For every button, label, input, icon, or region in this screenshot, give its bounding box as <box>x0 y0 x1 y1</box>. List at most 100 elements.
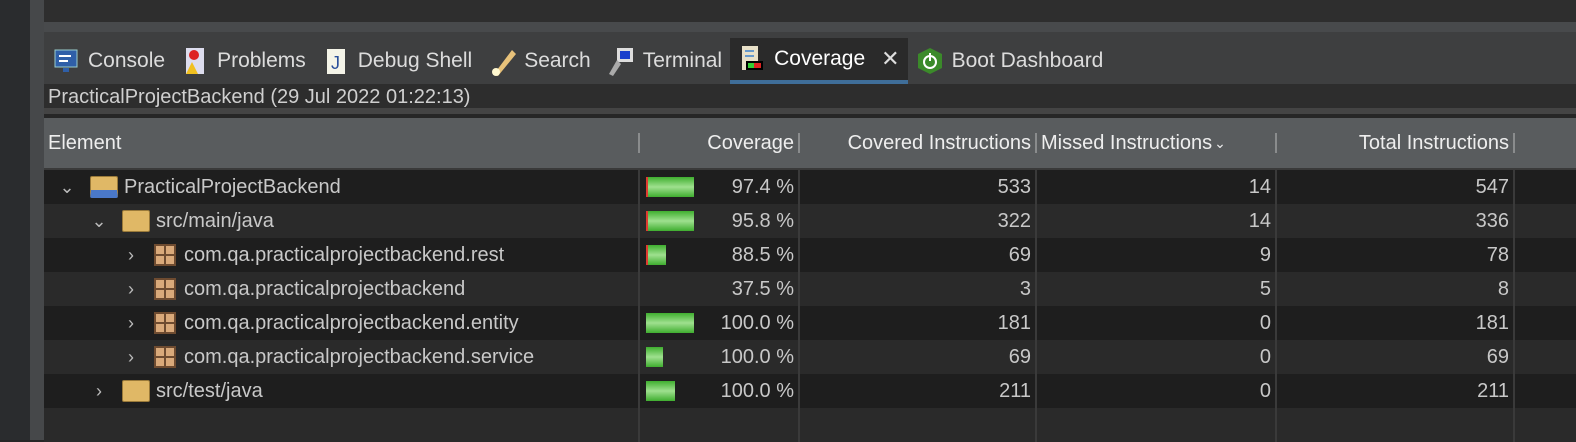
package-icon <box>154 278 176 300</box>
package-icon <box>154 346 176 368</box>
covered-cell: 69 <box>800 238 1037 272</box>
coverage-value: 100.0 % <box>720 345 794 368</box>
missed-cell: 0 <box>1037 340 1277 374</box>
element-name: com.qa.practicalprojectbackend <box>184 277 466 300</box>
column-header-covered[interactable]: Covered Instructions <box>800 132 1037 154</box>
total-cell: 211 <box>1277 374 1515 408</box>
package-icon <box>154 244 176 266</box>
coverage-value: 88.5 % <box>731 243 794 266</box>
coverage-value: 95.8 % <box>731 209 794 232</box>
tab-terminal[interactable]: Terminal <box>599 38 730 84</box>
divider <box>44 22 1576 32</box>
tab-label: Debug Shell <box>357 49 473 72</box>
sash[interactable] <box>30 0 44 440</box>
boot-dashboard-icon <box>916 46 944 76</box>
collapse-chevron-icon[interactable]: ⌄ <box>56 177 78 198</box>
table-header: Element Coverage Covered Instructions Mi… <box>44 118 1576 170</box>
column-header-coverage[interactable]: Coverage <box>640 132 800 154</box>
coverage-bar <box>646 211 694 231</box>
table-row[interactable]: › com.qa.practicalprojectbackend.entity 1… <box>44 306 1576 340</box>
element-name: src/test/java <box>156 379 263 402</box>
console-icon <box>52 46 80 76</box>
coverage-value: 100.0 % <box>720 311 794 334</box>
expand-chevron-icon[interactable]: › <box>120 347 142 368</box>
coverage-cell: 88.5 % <box>640 238 800 272</box>
table-row[interactable]: ⌄ src/main/java 95.8 % 322 14 336 <box>44 204 1576 238</box>
total-cell: 181 <box>1277 306 1515 340</box>
collapse-chevron-icon[interactable]: ⌄ <box>88 211 110 232</box>
element-name: src/main/java <box>156 209 274 232</box>
table-row[interactable]: › src/test/java 100.0 % 211 0 211 <box>44 374 1576 408</box>
element-cell: › com.qa.practicalprojectbackend.service <box>44 340 640 374</box>
coverage-bar <box>646 177 694 197</box>
total-cell: 78 <box>1277 238 1515 272</box>
tab-label: Terminal <box>642 49 723 72</box>
element-name: com.qa.practicalprojectbackend.entity <box>184 311 519 334</box>
element-name: com.qa.practicalprojectbackend.service <box>184 345 535 368</box>
total-cell: 336 <box>1277 204 1515 238</box>
coverage-table: Element Coverage Covered Instructions Mi… <box>44 118 1576 442</box>
missed-cell: 5 <box>1037 272 1277 306</box>
table-row[interactable]: › com.qa.practicalprojectbackend.service … <box>44 340 1576 374</box>
missed-cell: 9 <box>1037 238 1277 272</box>
coverage-value: 97.4 % <box>731 175 794 198</box>
coverage-value: 100.0 % <box>720 379 794 402</box>
tab-boot-dashboard[interactable]: Boot Dashboard <box>908 38 1112 84</box>
missed-label: Missed Instructions <box>1041 131 1213 154</box>
coverage-cell: 97.4 % <box>640 170 800 204</box>
tab-debug-shell[interactable]: J Debug Shell <box>314 38 480 84</box>
tab-console[interactable]: Console <box>44 38 173 84</box>
element-cell: › com.qa.practicalprojectbackend.rest <box>44 238 640 272</box>
terminal-icon <box>607 46 635 76</box>
coverage-session-label: PracticalProjectBackend (29 Jul 2022 01:… <box>44 84 1576 114</box>
close-icon[interactable]: ✕ <box>881 46 899 72</box>
editor-area <box>44 0 1576 22</box>
source-folder-icon <box>122 380 150 402</box>
coverage-bar <box>646 313 694 333</box>
tab-label: Coverage <box>774 47 866 70</box>
tab-label: Problems <box>217 49 306 72</box>
covered-cell: 322 <box>800 204 1037 238</box>
total-cell: 69 <box>1277 340 1515 374</box>
column-header-element[interactable]: Element <box>44 132 640 154</box>
tab-label: Search <box>524 49 591 72</box>
total-cell: 547 <box>1277 170 1515 204</box>
column-header-missed[interactable]: Missed Instructions ⌄ <box>1037 131 1277 154</box>
element-cell: › src/test/java <box>44 374 640 408</box>
left-sidebar-strip <box>0 0 30 440</box>
table-body: ⌄ PracticalProjectBackend 97.4 % 533 14 5… <box>44 170 1576 442</box>
covered-cell: 3 <box>800 272 1037 306</box>
coverage-cell: 37.5 % <box>640 272 800 306</box>
tab-coverage[interactable]: Coverage ✕ <box>730 38 908 84</box>
java-project-icon <box>90 176 118 198</box>
coverage-cell: 95.8 % <box>640 204 800 238</box>
element-cell: ⌄ src/main/java <box>44 204 640 238</box>
element-cell: › com.qa.practicalprojectbackend <box>44 272 640 306</box>
total-cell: 8 <box>1277 272 1515 306</box>
missed-cell: 14 <box>1037 170 1277 204</box>
covered-cell: 181 <box>800 306 1037 340</box>
expand-chevron-icon[interactable]: › <box>120 313 142 334</box>
table-row[interactable]: › com.qa.practicalprojectbackend.rest 88.… <box>44 238 1576 272</box>
package-icon <box>154 312 176 334</box>
table-row[interactable]: ⌄ PracticalProjectBackend 97.4 % 533 14 5… <box>44 170 1576 204</box>
table-row[interactable]: › com.qa.practicalprojectbackend 37.5 % 3… <box>44 272 1576 306</box>
element-name: PracticalProjectBackend <box>124 175 341 198</box>
expand-chevron-icon[interactable]: › <box>88 381 110 402</box>
coverage-value: 37.5 % <box>731 277 794 300</box>
expand-chevron-icon[interactable]: › <box>120 279 142 300</box>
coverage-bar <box>646 381 675 401</box>
tab-search[interactable]: Search <box>480 38 599 84</box>
coverage-icon <box>738 44 766 74</box>
tab-label: Console <box>88 49 166 72</box>
coverage-bar <box>646 347 664 367</box>
column-header-total[interactable]: Total Instructions <box>1277 132 1515 154</box>
element-name: com.qa.practicalprojectbackend.rest <box>184 243 505 266</box>
expand-chevron-icon[interactable]: › <box>120 245 142 266</box>
tab-problems[interactable]: Problems <box>173 38 314 84</box>
tab-label: Boot Dashboard <box>951 49 1104 72</box>
search-icon <box>488 46 517 76</box>
missed-cell: 0 <box>1037 374 1277 408</box>
missed-cell: 0 <box>1037 306 1277 340</box>
coverage-cell: 100.0 % <box>640 374 800 408</box>
